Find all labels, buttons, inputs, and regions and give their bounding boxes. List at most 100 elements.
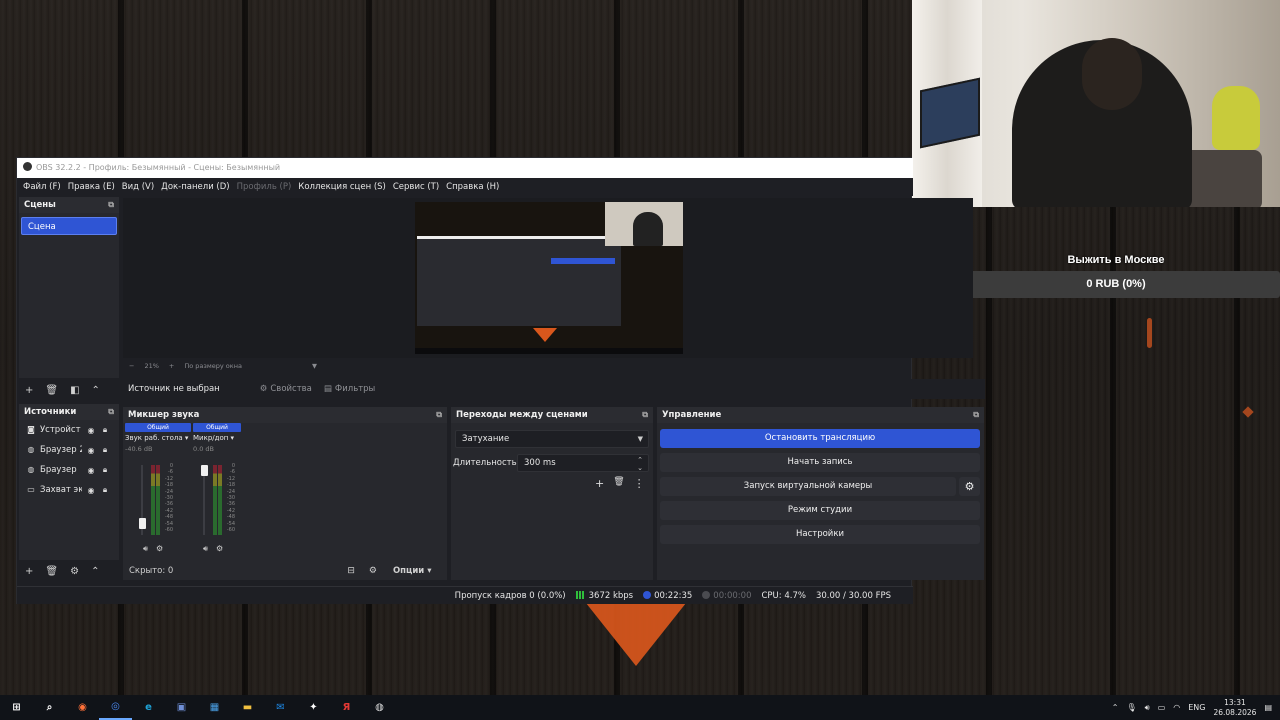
dock-float-icon[interactable]: ⧉ bbox=[642, 407, 648, 423]
channel-settings-icon[interactable]: ⚙ bbox=[156, 544, 163, 554]
visibility-eye-icon[interactable]: ◉ bbox=[86, 446, 96, 455]
dock-float-icon[interactable]: ⧉ bbox=[108, 197, 114, 213]
move-source-up-button[interactable]: ⌃ bbox=[91, 566, 99, 577]
add-source-button[interactable]: + bbox=[25, 566, 33, 577]
save-icon[interactable]: ▣ bbox=[165, 695, 198, 720]
chrome-icon[interactable]: ◎ bbox=[99, 695, 132, 720]
menu-view[interactable]: Вид (V) bbox=[122, 182, 154, 192]
visibility-eye-icon[interactable]: ◉ bbox=[86, 426, 96, 435]
speaker-icon[interactable]: 🔊︎ bbox=[203, 544, 208, 554]
stream-timer: 00:22:35 bbox=[643, 590, 692, 601]
sparkle-icon[interactable]: ✦ bbox=[297, 695, 330, 720]
channel-db: 0.0 dB bbox=[193, 445, 214, 453]
clock[interactable]: 13:31 26.08.2026 bbox=[1213, 698, 1256, 718]
mixer-layout-icon[interactable]: ⊟ bbox=[347, 566, 355, 576]
settings-button[interactable]: Настройки bbox=[660, 525, 980, 544]
donation-goal-title: Выжить в Москве bbox=[1067, 254, 1165, 266]
volume-icon[interactable]: 🔊︎ bbox=[1145, 703, 1150, 713]
visibility-eye-icon[interactable]: ◉ bbox=[86, 466, 96, 475]
stop-stream-button[interactable]: Остановить трансляцию bbox=[660, 429, 980, 448]
level-meter bbox=[213, 465, 217, 535]
sources-dock-header: Источники ⧉ bbox=[19, 404, 119, 420]
channel-name[interactable]: Звук раб. стола ▾ bbox=[125, 434, 191, 442]
fader-knob[interactable] bbox=[200, 465, 208, 476]
virtual-camera-settings-icon[interactable]: ⚙ bbox=[959, 477, 980, 496]
add-scene-button[interactable]: + bbox=[25, 385, 33, 396]
battery-icon[interactable]: ▭ bbox=[1158, 703, 1166, 712]
channel-db: -40.6 dB bbox=[125, 445, 153, 453]
remove-scene-button[interactable]: 🗑 bbox=[45, 385, 58, 396]
zoom-in-button[interactable]: + bbox=[169, 362, 174, 370]
taskbar-apps: ⊞ ⌕ ◉ ◎ e ▣ ▦ ▬ ✉ ✦ Я ◍ bbox=[0, 695, 396, 720]
visibility-eye-icon[interactable]: ◉ bbox=[86, 486, 96, 495]
source-item[interactable]: ◍ Браузер 2 ◉ 🔒︎ bbox=[19, 440, 119, 460]
fps-indicator: 30.00 / 30.00 FPS bbox=[815, 590, 891, 601]
dock-float-icon[interactable]: ⧉ bbox=[973, 407, 979, 423]
zoom-fit-label[interactable]: По размеру окна bbox=[184, 362, 242, 370]
lock-icon[interactable]: 🔒︎ bbox=[100, 485, 110, 495]
speaker-icon[interactable]: 🔊︎ bbox=[143, 544, 148, 554]
menu-help[interactable]: Справка (H) bbox=[446, 182, 499, 192]
menu-docks[interactable]: Док-панели (D) bbox=[161, 182, 229, 192]
language-indicator[interactable]: ENG bbox=[1188, 703, 1205, 712]
clock-date: 26.08.2026 bbox=[1213, 707, 1257, 717]
menu-tools[interactable]: Сервис (T) bbox=[393, 182, 439, 192]
source-properties-button[interactable]: ⚙ bbox=[70, 566, 79, 577]
obs-icon[interactable]: ◍ bbox=[363, 695, 396, 720]
stepper-icon[interactable]: ⌃ ⌄ bbox=[637, 456, 643, 472]
zoom-out-button[interactable]: − bbox=[129, 362, 134, 370]
menu-scene-collection[interactable]: Коллекция сцен (S) bbox=[298, 182, 386, 192]
mixer-advanced-icon[interactable]: ⚙ bbox=[369, 566, 377, 576]
source-item[interactable]: ◍ Браузер ◉ 🔒︎ bbox=[19, 460, 119, 480]
clock-time: 13:31 bbox=[1224, 697, 1246, 707]
firefox-icon[interactable]: ◉ bbox=[66, 695, 99, 720]
mail-icon[interactable]: ✉ bbox=[264, 695, 297, 720]
add-transition-button[interactable]: + bbox=[595, 477, 604, 490]
windows-start-icon[interactable]: ⊞ bbox=[0, 695, 33, 720]
mixer-options-button[interactable]: Опции ▾ bbox=[393, 566, 432, 576]
wifi-icon[interactable]: ◠ bbox=[1173, 703, 1180, 712]
filters-button[interactable]: ▤ Фильтры bbox=[324, 384, 375, 394]
dock-float-icon[interactable]: ⧉ bbox=[108, 404, 114, 420]
store-icon[interactable]: ▦ bbox=[198, 695, 231, 720]
channel-controls: 🔊︎ ⚙ bbox=[203, 544, 223, 554]
obs-titlebar[interactable]: OBS 32.2.2 - Профиль: Безымянный - Сцены… bbox=[17, 158, 913, 178]
controls-title: Управление bbox=[662, 410, 722, 420]
transition-menu-button[interactable]: ⋮ bbox=[634, 477, 645, 490]
notifications-icon[interactable]: ▤ bbox=[1264, 703, 1272, 712]
duration-spinbox[interactable]: 300 ms ⌃ ⌄ bbox=[517, 454, 649, 472]
yandex-icon[interactable]: Я bbox=[330, 695, 363, 720]
studio-mode-button[interactable]: Режим студии bbox=[660, 501, 980, 520]
microphone-icon[interactable]: 🎙︎ bbox=[1126, 703, 1136, 712]
transition-type-select[interactable]: Затухание ▼ bbox=[455, 430, 649, 448]
move-scene-up-button[interactable]: ⌃ bbox=[92, 385, 100, 396]
menu-edit[interactable]: Правка (E) bbox=[68, 182, 115, 192]
chevron-up-icon[interactable]: ⌃ bbox=[1112, 703, 1119, 712]
virtual-camera-button[interactable]: Запуск виртуальной камеры bbox=[660, 477, 956, 496]
fader-knob[interactable] bbox=[138, 517, 146, 529]
scenes-dock: Сцены ⧉ Сцена bbox=[19, 197, 119, 378]
lock-icon[interactable]: 🔒︎ bbox=[100, 425, 110, 435]
zoom-dropdown-icon[interactable]: ▼ bbox=[312, 362, 317, 370]
dock-float-icon[interactable]: ⧉ bbox=[436, 407, 442, 423]
source-item[interactable]: ◙ Устройст ◉ 🔒︎ bbox=[19, 420, 119, 440]
scenes-toolbar: + 🗑 ◧ ⌃ bbox=[19, 381, 119, 399]
preview-area[interactable] bbox=[123, 198, 973, 358]
start-recording-button[interactable]: Начать запись bbox=[660, 453, 980, 472]
mixer-dock-header: Микшер звука ⧉ bbox=[123, 407, 447, 423]
remove-transition-button[interactable]: 🗑 bbox=[613, 477, 624, 490]
folder-icon[interactable]: ▬ bbox=[231, 695, 264, 720]
channel-settings-icon[interactable]: ⚙ bbox=[216, 544, 223, 554]
remove-source-button[interactable]: 🗑 bbox=[45, 566, 58, 577]
source-item[interactable]: ▭ Захват эк ◉ 🔒︎ bbox=[19, 480, 119, 500]
lock-icon[interactable]: 🔒︎ bbox=[100, 445, 110, 455]
edge-icon[interactable]: e bbox=[132, 695, 165, 720]
scene-filters-button[interactable]: ◧ bbox=[70, 385, 79, 396]
source-context-bar: Источник не выбран ⚙ Свойства ▤ Фильтры bbox=[123, 379, 985, 399]
search-icon[interactable]: ⌕ bbox=[33, 695, 66, 720]
channel-name[interactable]: Микр/доп ▾ bbox=[193, 434, 241, 442]
menu-file[interactable]: Файл (F) bbox=[23, 182, 61, 192]
lock-icon[interactable]: 🔒︎ bbox=[100, 465, 110, 475]
scene-list-item[interactable]: Сцена bbox=[21, 217, 117, 235]
properties-button[interactable]: ⚙ Свойства bbox=[260, 384, 312, 394]
